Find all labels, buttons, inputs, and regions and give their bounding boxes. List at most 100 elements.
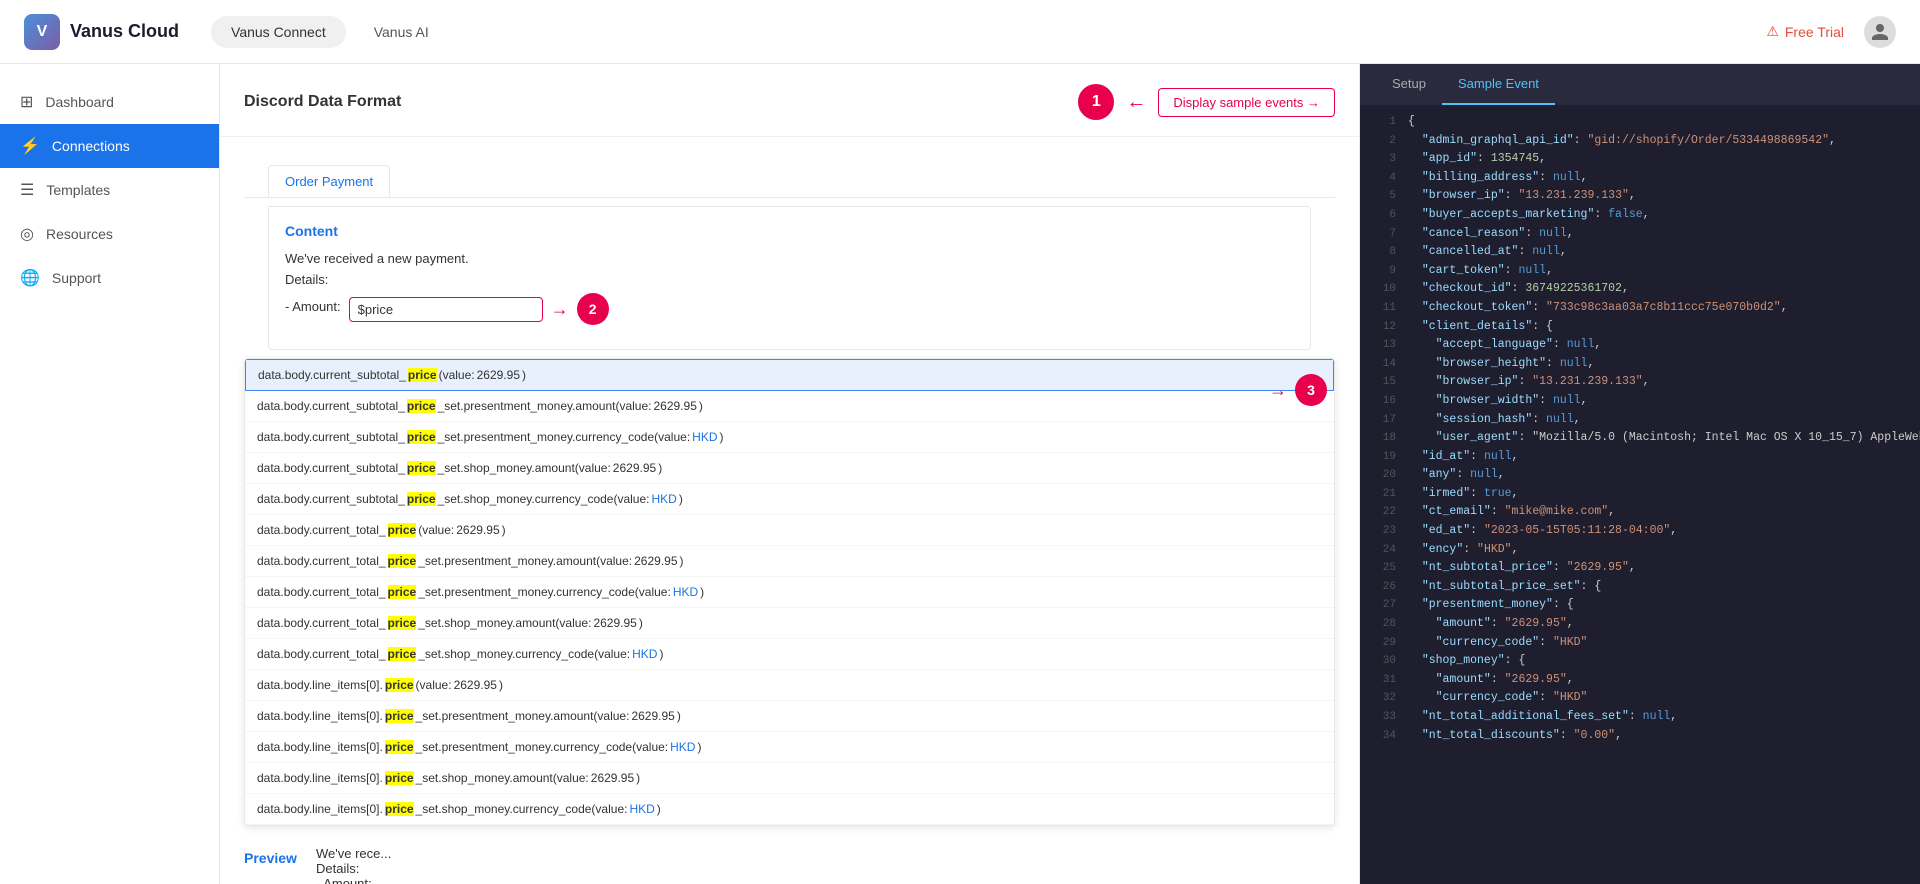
json-line: 11 "checkout_token": "733c98c3aa03a7c8b1… xyxy=(1360,299,1920,318)
dropdown-list: data.body.current_subtotal_price(value: … xyxy=(244,358,1335,826)
connections-icon: ⚡ xyxy=(20,136,40,156)
step3-circle: 3 xyxy=(1295,374,1327,406)
step3-label: 3 xyxy=(1307,382,1315,398)
order-payment-tab[interactable]: Order Payment xyxy=(268,165,390,197)
dropdown-item[interactable]: data.body.current_subtotal_price_set.pre… xyxy=(245,391,1334,422)
user-avatar[interactable] xyxy=(1864,16,1896,48)
price-input[interactable] xyxy=(349,297,543,322)
json-line: 1{ xyxy=(1360,113,1920,132)
amount-label: - Amount: xyxy=(285,299,341,314)
json-line: 18 "user_agent": "Mozilla/5.0 (Macintosh… xyxy=(1360,429,1920,448)
json-line: 8 "cancelled_at": null, xyxy=(1360,243,1920,262)
dropdown-item[interactable]: data.body.current_total_price_set.presen… xyxy=(245,577,1334,608)
json-line: 13 "accept_language": null, xyxy=(1360,336,1920,355)
nav-tab-connect[interactable]: Vanus Connect xyxy=(211,16,346,48)
json-line: 10 "checkout_id": 36749225361702, xyxy=(1360,280,1920,299)
resources-icon: ◎ xyxy=(20,224,34,244)
json-line: 27 "presentment_money": { xyxy=(1360,596,1920,615)
json-line: 17 "session_hash": null, xyxy=(1360,411,1920,430)
sidebar-item-support[interactable]: 🌐 Support xyxy=(0,256,219,300)
preview-text-1: We've rece... xyxy=(316,846,391,861)
dropdown-item[interactable]: data.body.current_total_price_set.shop_m… xyxy=(245,608,1334,639)
dropdown-item[interactable]: data.body.current_subtotal_price_set.sho… xyxy=(245,484,1334,515)
content-area: Discord Data Format 1 ← Display sample e… xyxy=(220,64,1920,884)
json-line: 21 "irmed": true, xyxy=(1360,485,1920,504)
dropdown-item[interactable]: data.body.line_items[0].price(value: 262… xyxy=(245,670,1334,701)
content-section-wrapper: Content We've received a new payment. De… xyxy=(220,198,1359,350)
step3-container: → 3 xyxy=(1269,374,1327,406)
sidebar-item-connections[interactable]: ⚡ Connections xyxy=(0,124,219,168)
tab-area: Order Payment xyxy=(220,137,1359,198)
preview-text-3: - Amount: xyxy=(316,876,391,884)
json-line: 20 "any": null, xyxy=(1360,466,1920,485)
json-line: 29 "currency_code": "HKD" xyxy=(1360,634,1920,653)
json-line: 19 "id_at": null, xyxy=(1360,448,1920,467)
toolbar-area: Discord Data Format 1 ← Display sample e… xyxy=(220,64,1359,137)
header: V Vanus Cloud Vanus Connect Vanus AI ⚠ F… xyxy=(0,0,1920,64)
logo-icon: V xyxy=(24,14,60,50)
json-line: 7 "cancel_reason": null, xyxy=(1360,225,1920,244)
json-line: 32 "currency_code": "HKD" xyxy=(1360,689,1920,708)
json-tabs: Setup Sample Event xyxy=(1360,64,1920,105)
warning-icon: ⚠ xyxy=(1766,23,1779,40)
json-line: 30 "shop_money": { xyxy=(1360,652,1920,671)
dropdown-item[interactable]: data.body.current_subtotal_price_set.sho… xyxy=(245,453,1334,484)
layout: ⊞ Dashboard ⚡ Connections ☰ Templates ◎ … xyxy=(0,0,1920,884)
free-trial-label: Free Trial xyxy=(1785,24,1844,40)
content-section-title: Content xyxy=(285,223,1294,239)
sidebar-item-resources[interactable]: ◎ Resources xyxy=(0,212,219,256)
templates-icon: ☰ xyxy=(20,180,34,200)
arrow-right-2-icon: → xyxy=(1269,380,1287,401)
json-line: 14 "browser_height": null, xyxy=(1360,355,1920,374)
dropdown-item[interactable]: data.body.current_total_price(value: 262… xyxy=(245,515,1334,546)
content-text-1: We've received a new payment. xyxy=(285,251,1294,266)
logo: V Vanus Cloud xyxy=(24,14,179,50)
json-line: 5 "browser_ip": "13.231.239.133", xyxy=(1360,187,1920,206)
nav-tabs: Vanus Connect Vanus AI xyxy=(211,16,449,48)
sidebar-item-templates[interactable]: ☰ Templates xyxy=(0,168,219,212)
json-tab-sample[interactable]: Sample Event xyxy=(1442,64,1555,105)
json-tab-setup[interactable]: Setup xyxy=(1376,64,1442,105)
json-line: 23 "ed_at": "2023-05-15T05:11:28-04:00", xyxy=(1360,522,1920,541)
sidebar-label-dashboard: Dashboard xyxy=(45,94,114,110)
json-line: 9 "cart_token": null, xyxy=(1360,262,1920,281)
json-line: 24 "ency": "HKD", xyxy=(1360,541,1920,560)
dropdown-item[interactable]: data.body.current_subtotal_price(value: … xyxy=(245,359,1334,391)
arrow-right-icon: → xyxy=(551,299,569,320)
json-line: 3 "app_id": 1354745, xyxy=(1360,150,1920,169)
content-section: Content We've received a new payment. De… xyxy=(268,206,1311,350)
json-line: 12 "client_details": { xyxy=(1360,318,1920,337)
dashboard-icon: ⊞ xyxy=(20,92,33,112)
display-sample-events-button[interactable]: Display sample events → xyxy=(1158,88,1335,117)
json-line: 2 "admin_graphql_api_id": "gid://shopify… xyxy=(1360,132,1920,151)
sidebar-label-connections: Connections xyxy=(52,138,130,154)
free-trial-button[interactable]: ⚠ Free Trial xyxy=(1766,23,1844,40)
dropdown-item[interactable]: data.body.line_items[0].price_set.presen… xyxy=(245,701,1334,732)
step-indicator: 1 ← Display sample events → xyxy=(1078,84,1335,120)
left-panel: Discord Data Format 1 ← Display sample e… xyxy=(220,64,1360,884)
sidebar-item-dashboard[interactable]: ⊞ Dashboard xyxy=(0,80,219,124)
preview-content: We've rece... Details: - Amount: xyxy=(316,846,391,884)
sidebar-label-resources: Resources xyxy=(46,226,113,242)
json-line: 28 "amount": "2629.95", xyxy=(1360,615,1920,634)
dropdown-container: data.body.current_subtotal_price(value: … xyxy=(220,358,1359,838)
step1-circle: 1 xyxy=(1078,84,1114,120)
json-content: 1{2 "admin_graphql_api_id": "gid://shopi… xyxy=(1360,105,1920,753)
nav-tab-ai[interactable]: Vanus AI xyxy=(354,16,449,48)
dropdown-item[interactable]: data.body.line_items[0].price_set.presen… xyxy=(245,732,1334,763)
sidebar-label-templates: Templates xyxy=(46,182,110,198)
preview-section: Preview We've rece... Details: - Amount: xyxy=(220,838,1359,884)
dropdown-item[interactable]: data.body.current_total_price_set.presen… xyxy=(245,546,1334,577)
main-content: Discord Data Format 1 ← Display sample e… xyxy=(220,64,1920,884)
dropdown-item[interactable]: data.body.current_total_price_set.shop_m… xyxy=(245,639,1334,670)
dropdown-item[interactable]: data.body.current_subtotal_price_set.pre… xyxy=(245,422,1334,453)
step2-circle: 2 xyxy=(577,293,609,325)
dropdown-item[interactable]: data.body.line_items[0].price_set.shop_m… xyxy=(245,763,1334,794)
dropdown-item[interactable]: data.body.line_items[0].price_set.shop_m… xyxy=(245,794,1334,825)
json-line: 15 "browser_ip": "13.231.239.133", xyxy=(1360,373,1920,392)
preview-label: Preview xyxy=(244,846,304,866)
support-icon: 🌐 xyxy=(20,268,40,288)
sidebar: ⊞ Dashboard ⚡ Connections ☰ Templates ◎ … xyxy=(0,64,220,884)
panel-title: Discord Data Format xyxy=(244,93,401,111)
content-text-2: Details: xyxy=(285,272,1294,287)
